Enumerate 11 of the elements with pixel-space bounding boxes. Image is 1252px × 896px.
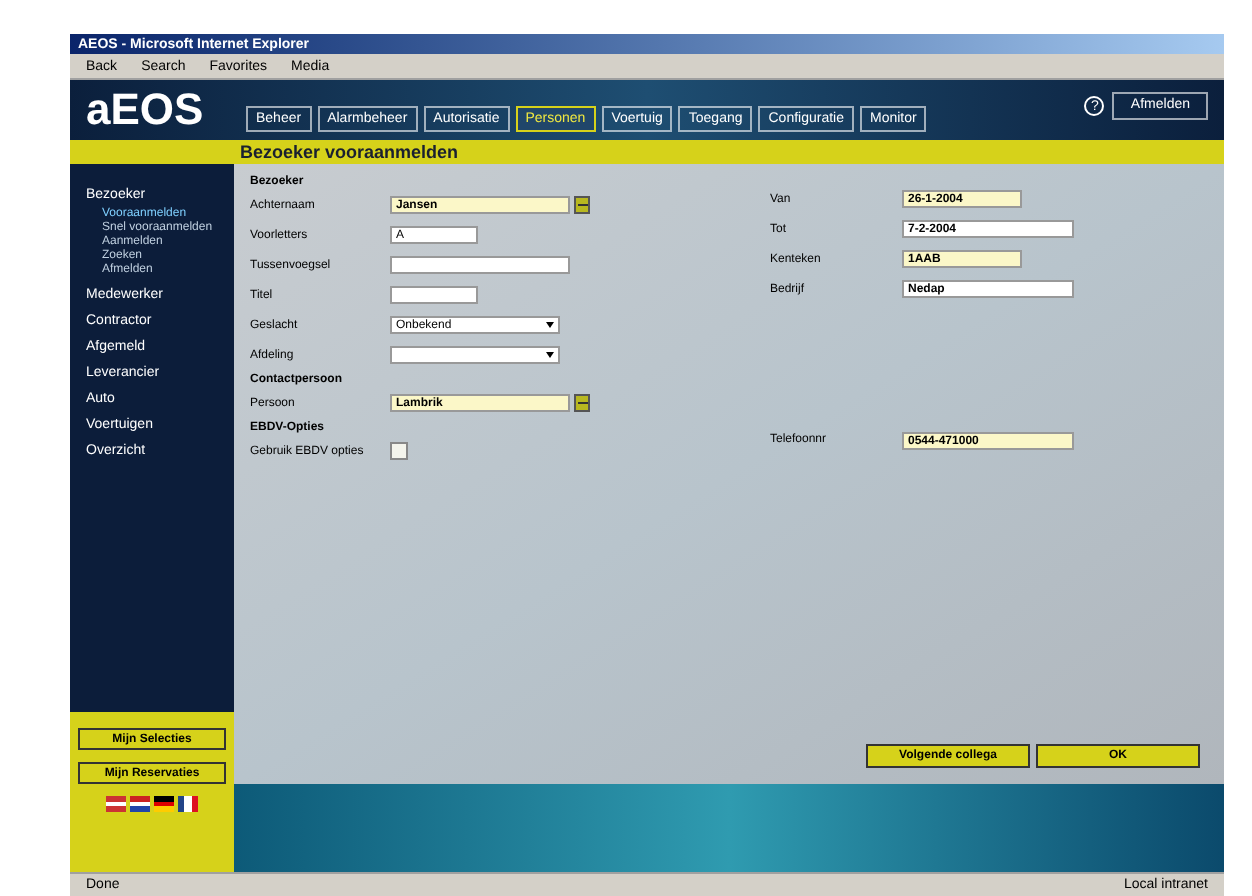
language-flags-icon[interactable] xyxy=(106,796,198,812)
lookup-button[interactable] xyxy=(574,394,590,412)
lookup-button[interactable] xyxy=(574,196,590,214)
logo: aEOS xyxy=(86,88,206,132)
input-field[interactable] xyxy=(390,286,478,304)
caret-icon xyxy=(546,322,554,328)
input-field[interactable] xyxy=(390,256,570,274)
page-title: Bezoeker vooraanmelden xyxy=(240,143,459,161)
checkbox[interactable] xyxy=(390,442,408,460)
dropdown[interactable] xyxy=(390,346,560,364)
caret-icon xyxy=(546,352,554,358)
